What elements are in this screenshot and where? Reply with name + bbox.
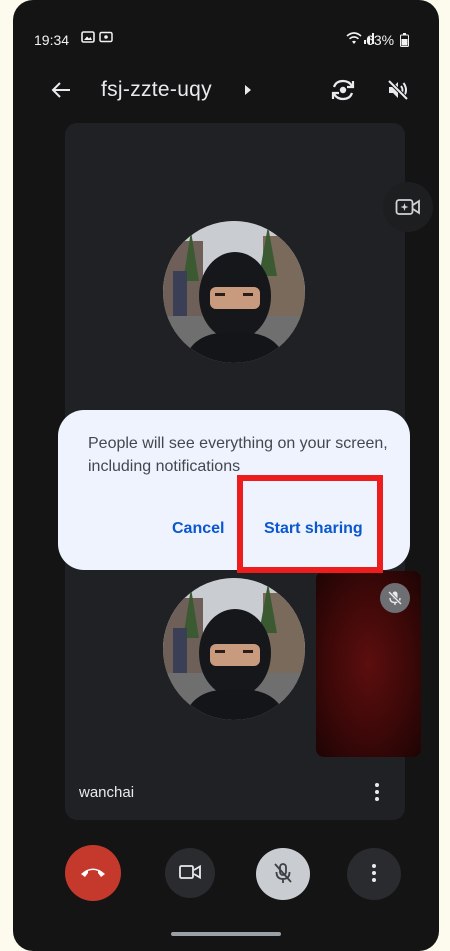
end-call-button[interactable] — [65, 845, 121, 901]
participant-name: wanchai — [79, 784, 135, 801]
phone-screen: 19:34 63% fsj-zzte-uqy wanchai People wi… — [13, 0, 439, 951]
speaker-off-icon[interactable] — [381, 74, 415, 106]
caret-right-icon[interactable] — [243, 83, 253, 101]
meeting-code-title[interactable]: fsj-zzte-uqy — [101, 78, 212, 102]
dialog-message: People will see everything on your scree… — [88, 435, 388, 475]
presenter-avatar — [163, 578, 305, 720]
gesture-handle — [171, 932, 281, 936]
more-vert-icon — [371, 863, 377, 886]
effects-button[interactable] — [383, 182, 433, 232]
mic-off-icon — [273, 862, 293, 887]
cancel-button[interactable]: Cancel — [168, 514, 228, 544]
wifi-icon — [346, 30, 362, 49]
image-icon — [81, 30, 95, 47]
battery-indicator: 63% — [366, 32, 409, 50]
camera-button[interactable] — [165, 848, 215, 898]
mic-off-icon — [380, 583, 410, 613]
status-time: 19:34 — [34, 32, 70, 48]
battery-icon — [400, 33, 409, 50]
more-options-button[interactable] — [347, 848, 401, 900]
status-bar: 19:34 63% — [13, 26, 439, 54]
battery-percent: 63% — [366, 32, 395, 48]
switch-camera-icon[interactable] — [326, 74, 360, 106]
more-vert-icon[interactable] — [365, 778, 389, 806]
participant-avatar — [163, 221, 305, 363]
end-call-icon — [80, 865, 106, 882]
highlight-box — [237, 475, 383, 573]
meeting-header: fsj-zzte-uqy — [13, 70, 439, 110]
camera-icon — [179, 864, 201, 883]
microphone-button[interactable] — [256, 848, 310, 900]
cast-icon — [99, 30, 113, 47]
self-view-tile[interactable] — [316, 571, 421, 757]
back-arrow-icon[interactable] — [47, 76, 75, 104]
